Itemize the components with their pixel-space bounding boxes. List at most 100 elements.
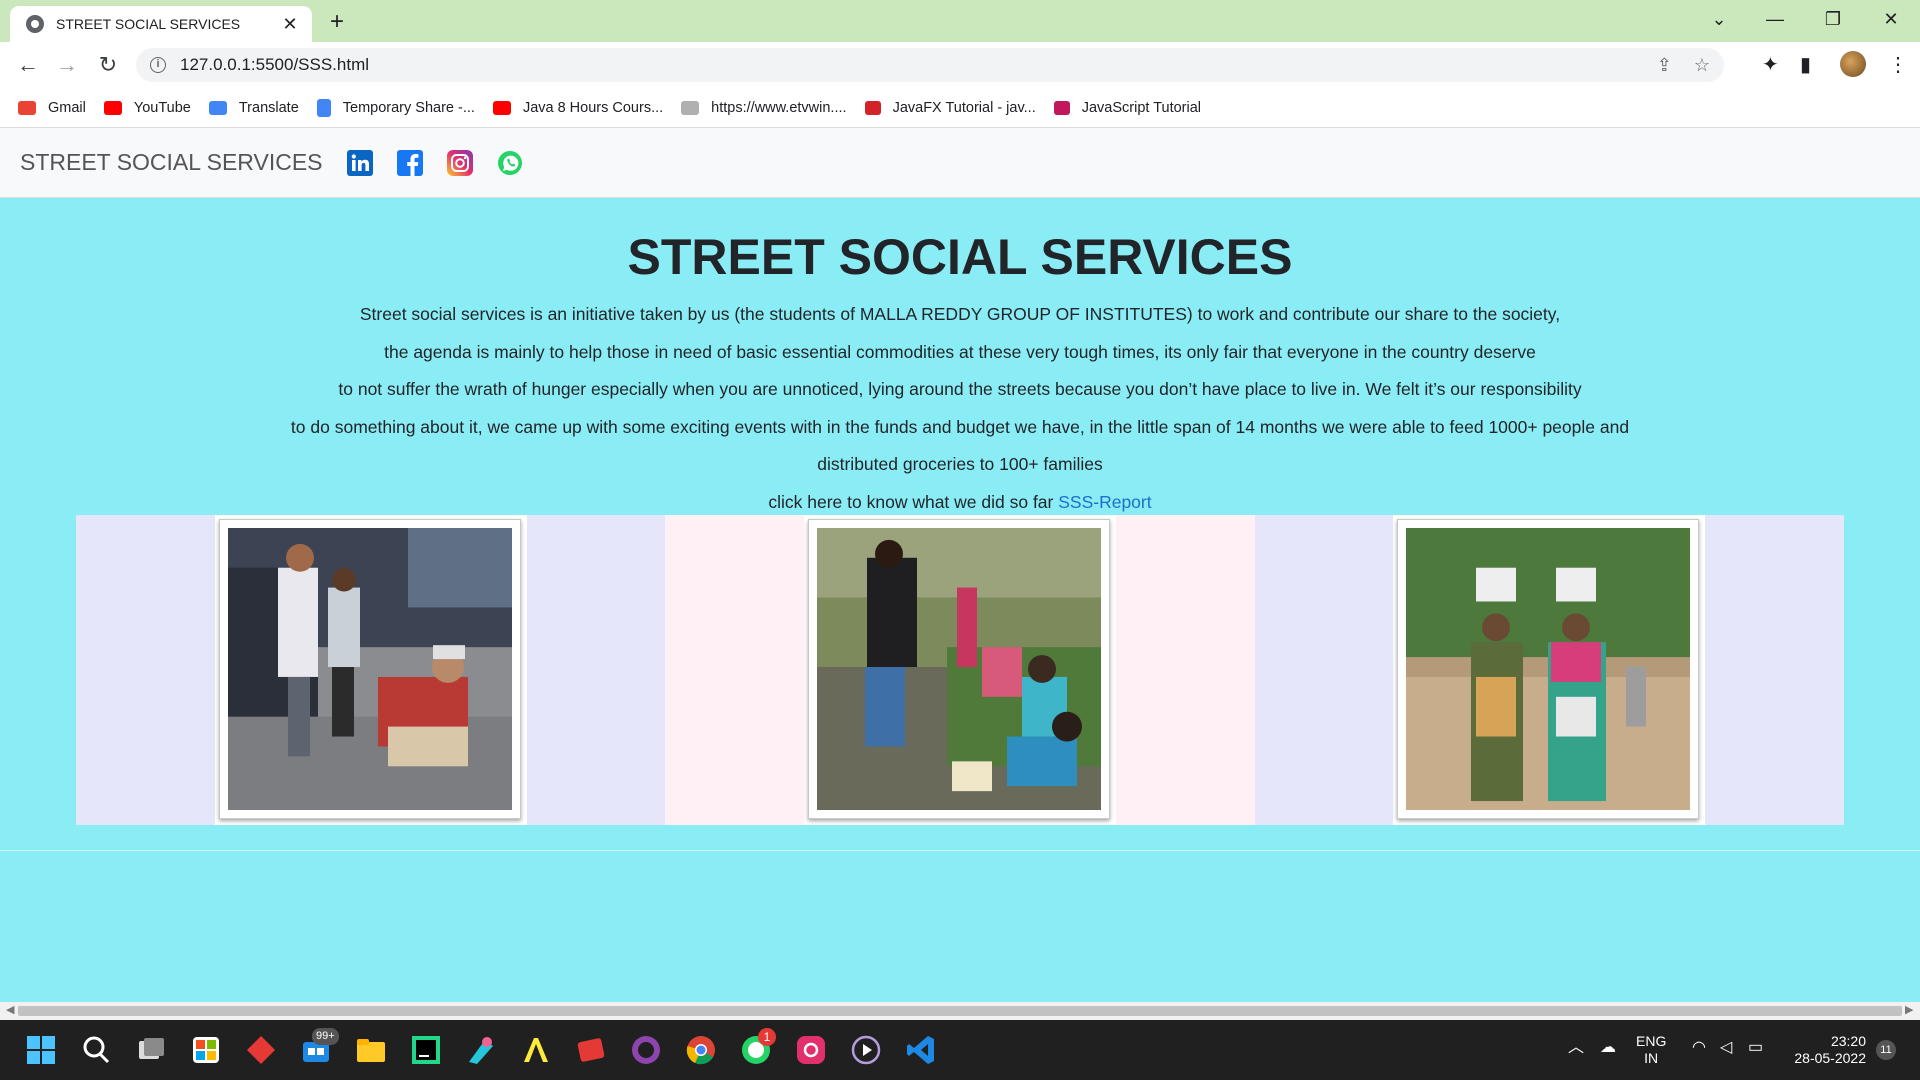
bookmark-youtube[interactable]: YouTube: [103, 100, 191, 116]
intro-line: to do something about it, we came up wit…: [290, 416, 1630, 437]
photo-image: [816, 528, 1101, 810]
tab-search-button[interactable]: ⌄: [1696, 4, 1742, 34]
youtube-icon: [103, 100, 122, 115]
photo-frame: [1393, 515, 1706, 825]
wifi-icon[interactable]: ◠: [1692, 1039, 1706, 1056]
photo-image: [1406, 528, 1691, 810]
menu-icon[interactable]: ⋮: [1888, 52, 1908, 77]
horizontal-scrollbar[interactable]: ◀ ▶: [0, 1002, 1920, 1020]
intro-paragraph: Street social services is an initiative …: [160, 296, 1760, 521]
gallery-cell: [665, 515, 1255, 825]
language-indicator[interactable]: ENG IN: [1636, 1033, 1666, 1067]
task-view-icon[interactable]: [135, 1034, 167, 1066]
app-red-card-icon[interactable]: [575, 1034, 607, 1066]
browser-tab-strip: STREET SOCIAL SERVICES ✕ + ⌄ — ❐ ✕: [0, 0, 1920, 42]
intro-line: the agenda is mainly to help those in ne…: [384, 341, 1536, 362]
bookmark-java-course[interactable]: Java 8 Hours Cours...: [492, 100, 663, 116]
new-tab-button[interactable]: +: [322, 8, 352, 36]
url-text[interactable]: 127.0.0.1:5500/SSS.html: [180, 55, 369, 75]
instagram-icon[interactable]: [446, 149, 473, 176]
gmail-icon: [18, 100, 36, 115]
photo-food-distribution-station[interactable]: [218, 519, 521, 819]
github-desktop-icon[interactable]: [630, 1034, 662, 1066]
facebook-icon[interactable]: [396, 149, 423, 176]
bookmark-star-icon[interactable]: ☆: [1694, 55, 1710, 76]
scrollbar-thumb[interactable]: [18, 1006, 1902, 1016]
volume-icon[interactable]: ◁: [1720, 1039, 1732, 1056]
vscode-icon[interactable]: [905, 1034, 937, 1066]
gallery-cell: [1254, 515, 1844, 825]
site-brand[interactable]: STREET SOCIAL SERVICES: [20, 149, 323, 176]
whatsapp-badge: 1: [758, 1028, 776, 1046]
page-viewport: STREET SOCIAL SERVICES STREET SOCIAL SER…: [0, 128, 1920, 1002]
minimize-button[interactable]: —: [1752, 4, 1798, 34]
close-window-button[interactable]: ✕: [1868, 4, 1914, 34]
photo-image: [227, 528, 512, 810]
battery-icon[interactable]: ▭: [1748, 1039, 1763, 1056]
instagram-taskbar-icon[interactable]: [795, 1034, 827, 1066]
youtube-icon: [492, 100, 511, 115]
divider: [0, 850, 1920, 851]
javatpoint-icon: [864, 100, 881, 115]
profile-avatar[interactable]: [1840, 51, 1866, 77]
clock[interactable]: 23:20 28-05-2022: [1786, 1033, 1866, 1067]
extensions-icon[interactable]: ✦: [1762, 52, 1779, 77]
linkedin-icon[interactable]: [346, 149, 373, 176]
site-info-icon[interactable]: i: [150, 57, 166, 73]
paint-app-icon[interactable]: [465, 1034, 497, 1066]
gallery-cell: [76, 515, 666, 825]
restore-button[interactable]: ❐: [1810, 4, 1856, 34]
tab-close-button[interactable]: ✕: [280, 14, 300, 34]
bookmarks-bar: Gmail YouTube Translate Temporary Share …: [0, 88, 1920, 128]
browser-toolbar: ← → ↻ i 127.0.0.1:5500/SSS.html ⇪ ☆ ✦ ▮ …: [0, 42, 1920, 88]
bookmark-translate[interactable]: Translate: [208, 100, 299, 116]
chrome-icon[interactable]: [685, 1034, 717, 1066]
bookmark-javafx[interactable]: JavaFX Tutorial - jav...: [864, 100, 1036, 116]
intro-line: Street social services is an initiative …: [359, 304, 1561, 324]
bookmark-gmail[interactable]: Gmail: [18, 100, 86, 116]
intro-line: distributed groceries to 100+ families: [817, 454, 1103, 474]
share-icon[interactable]: ⇪: [1657, 55, 1672, 76]
photo-groceries-distribution[interactable]: [1397, 519, 1700, 819]
photo-frame: [803, 515, 1116, 825]
photo-children-meal[interactable]: [807, 519, 1110, 819]
reload-icon[interactable]: ↻: [92, 49, 124, 81]
app-yellow-icon[interactable]: [520, 1034, 552, 1066]
tutorial-icon: [1053, 100, 1070, 115]
pycharm-icon[interactable]: [410, 1034, 442, 1066]
scroll-right-icon[interactable]: ▶: [1905, 1003, 1913, 1016]
onedrive-icon[interactable]: ☁: [1600, 1039, 1616, 1056]
bookmark-javascript[interactable]: JavaScript Tutorial: [1053, 100, 1201, 116]
search-icon[interactable]: [80, 1034, 112, 1066]
site-navbar: STREET SOCIAL SERVICES: [0, 128, 1920, 198]
translate-icon: [208, 100, 227, 115]
address-bar[interactable]: i 127.0.0.1:5500/SSS.html ⇪ ☆: [136, 48, 1724, 82]
windows-start-icon[interactable]: [25, 1034, 57, 1066]
forward-icon[interactable]: →: [51, 49, 83, 81]
file-explorer-icon[interactable]: [355, 1034, 387, 1066]
whatsapp-icon[interactable]: [497, 150, 523, 176]
browser-tab[interactable]: STREET SOCIAL SERVICES ✕: [10, 6, 312, 42]
side-panel-icon[interactable]: ▮: [1800, 52, 1811, 77]
sss-report-link[interactable]: SSS-Report: [1058, 492, 1151, 512]
chevron-up-icon[interactable]: ︿: [1568, 1039, 1584, 1056]
app-red-diamond-icon[interactable]: [245, 1034, 277, 1066]
store-badge: 99+: [312, 1028, 339, 1045]
photo-gallery: [76, 515, 1844, 825]
windows-taskbar: 99+ 1 ︿ ☁ ENG IN ◠ ◁ ▭ 23:20 28-05-2022 11: [0, 1020, 1920, 1080]
intro-line: to not suffer the wrath of hunger especi…: [338, 379, 1582, 399]
back-icon[interactable]: ←: [12, 49, 44, 81]
page-heading: STREET SOCIAL SERVICES: [627, 229, 1293, 285]
widgets-icon[interactable]: [190, 1034, 222, 1066]
globe-icon: [26, 15, 44, 33]
etv-icon: [681, 100, 700, 115]
report-prefix: click here to know what we did so far: [768, 491, 1059, 512]
photo-frame: [214, 515, 527, 825]
docs-icon: [316, 98, 331, 117]
notification-badge[interactable]: 11: [1876, 1040, 1896, 1060]
bookmark-temporary-share[interactable]: Temporary Share -...: [316, 98, 475, 117]
scroll-left-icon[interactable]: ◀: [6, 1003, 14, 1016]
bookmark-etvwin[interactable]: https://www.etvwin....: [681, 100, 847, 116]
tab-title: STREET SOCIAL SERVICES: [56, 16, 241, 32]
media-player-icon[interactable]: [850, 1034, 882, 1066]
